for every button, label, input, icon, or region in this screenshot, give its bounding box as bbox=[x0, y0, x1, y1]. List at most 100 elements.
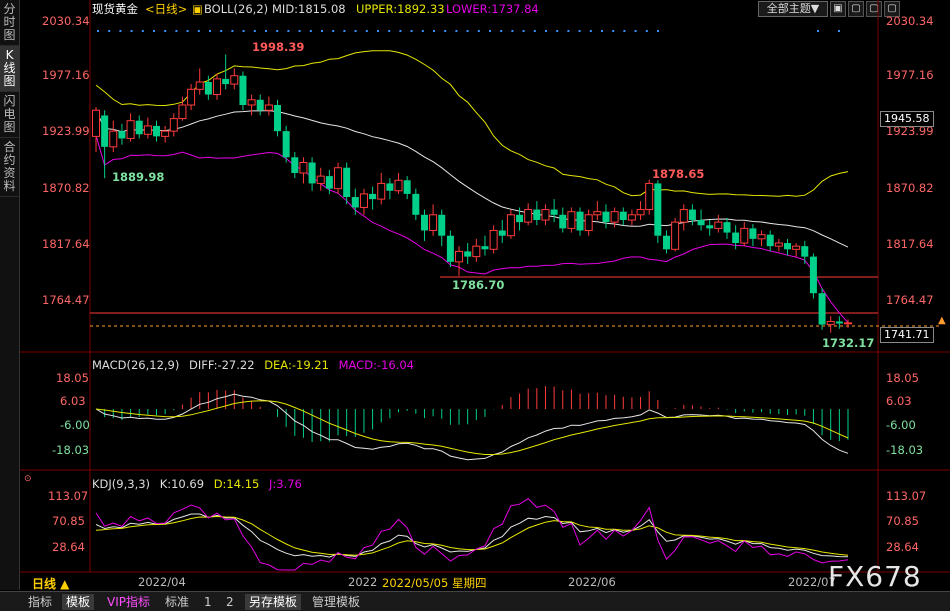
tab-1[interactable]: 1 bbox=[200, 594, 216, 610]
bottom-tabbar: 指标 模板 VIP指标 标准 1 2 另存模板 管理模板 bbox=[0, 591, 950, 611]
period-selector[interactable]: 日线 ▲ bbox=[32, 575, 69, 592]
tab-vip-indicators[interactable]: VIP指标 bbox=[103, 594, 154, 610]
date-axis: 日线 ▲ 2022/04 2022 2022/05/05 星期四 2022/06… bbox=[20, 574, 950, 592]
candle-body-up bbox=[247, 99, 256, 106]
window-restore-icon[interactable]: ▢ bbox=[866, 1, 882, 17]
candle-body-up bbox=[740, 227, 749, 244]
theme-selector-button[interactable]: 全部主题▼ bbox=[758, 1, 828, 17]
event-dot bbox=[466, 30, 469, 32]
candle-body-down bbox=[239, 75, 247, 106]
candle-body-down bbox=[386, 183, 394, 191]
event-dot bbox=[589, 30, 592, 32]
event-dot bbox=[634, 30, 637, 32]
tab-save-template[interactable]: 另存模板 bbox=[245, 594, 302, 610]
event-dot bbox=[388, 30, 391, 32]
candle-body-down bbox=[222, 78, 230, 85]
candle-body-up bbox=[455, 250, 464, 263]
event-dot bbox=[444, 30, 447, 32]
price-chart[interactable] bbox=[0, 0, 950, 610]
candle-body-up bbox=[161, 130, 170, 137]
y-tick-2: 1977.16 bbox=[42, 68, 90, 82]
event-dot bbox=[309, 30, 312, 32]
kdj-params: KDJ(9,3,3) bbox=[92, 477, 151, 491]
event-dot bbox=[433, 30, 435, 32]
kdj-tick-3: 28.64 bbox=[52, 540, 85, 554]
date-label-3: 2022/06 bbox=[568, 575, 616, 589]
candle-body-down bbox=[101, 115, 109, 147]
macd-value: MACD:-16.04 bbox=[338, 358, 414, 372]
y-tick-5: 1817.64 bbox=[42, 237, 90, 251]
candle-body-down bbox=[420, 214, 428, 231]
tab-2[interactable]: 2 bbox=[222, 594, 238, 610]
kdj-title: KDJ(9,3,3) K:10.69 D:14.15 J:3.76 bbox=[92, 477, 308, 491]
tab-contract-info[interactable]: 合约资料 bbox=[0, 138, 19, 197]
candle-body-down bbox=[308, 162, 316, 184]
candle-body-up bbox=[109, 130, 118, 148]
macd-tick-2: 6.03 bbox=[60, 394, 86, 408]
candle-body-up bbox=[472, 245, 481, 258]
candle-body-up bbox=[610, 211, 619, 223]
candle-body-down bbox=[464, 251, 472, 257]
tab-timeshare[interactable]: 分时图 bbox=[0, 0, 19, 46]
candle-body-down bbox=[351, 197, 359, 208]
event-dot bbox=[545, 30, 547, 32]
candle-body-up bbox=[714, 221, 723, 229]
candle-body-down bbox=[282, 131, 290, 158]
candle-body-down bbox=[481, 246, 489, 250]
event-dot bbox=[399, 30, 402, 32]
candle-body-up bbox=[524, 209, 533, 223]
macd-tick-1: 18.05 bbox=[56, 371, 89, 385]
y-tick-right-2: 1977.16 bbox=[886, 68, 934, 82]
last-price-tag: 1741.71 bbox=[880, 327, 934, 343]
tab-templates[interactable]: 模板 bbox=[62, 594, 95, 610]
event-dot bbox=[601, 30, 603, 32]
kdj-settings-icon[interactable]: ⊙ bbox=[24, 474, 32, 484]
event-dot bbox=[209, 30, 211, 32]
candle-body-down bbox=[732, 232, 740, 244]
candle-body-down bbox=[291, 157, 299, 173]
tab-kline[interactable]: K线图 bbox=[0, 46, 19, 92]
tab-flash[interactable]: 闪电图 bbox=[0, 92, 19, 138]
boll-mid-line bbox=[95, 109, 849, 248]
boll-lower: LOWER:1737.84 bbox=[446, 2, 539, 16]
macd-tick-4: -18.03 bbox=[52, 443, 90, 457]
event-dot bbox=[332, 30, 335, 32]
candle-body-up bbox=[506, 214, 515, 237]
event-dot bbox=[108, 30, 111, 32]
candle-body-down bbox=[559, 214, 567, 229]
tab-standard[interactable]: 标准 bbox=[161, 594, 193, 610]
macd-tick-right-4: -18.03 bbox=[886, 443, 924, 457]
candle-body-down bbox=[412, 193, 420, 215]
tab-indicators[interactable]: 指标 bbox=[24, 594, 56, 610]
macd-dea: DEA:-19.21 bbox=[264, 358, 329, 372]
boll-label: BOLL(26,2) bbox=[204, 2, 269, 16]
y-tick-right-5: 1817.64 bbox=[886, 237, 934, 251]
kdj-d-line bbox=[95, 515, 849, 556]
low-annotation-3: 1732.17 bbox=[822, 336, 875, 350]
macd-tick-right-1: 18.05 bbox=[886, 371, 919, 385]
kdj-tick-1: 113.07 bbox=[48, 489, 89, 503]
price-marker-icon: ▲ bbox=[938, 315, 946, 326]
event-dot bbox=[556, 30, 559, 32]
y-tick-right-6: 1764.47 bbox=[886, 293, 934, 307]
candle-body-up bbox=[774, 242, 783, 247]
candle-body-down bbox=[516, 214, 524, 223]
candle-body-up bbox=[92, 109, 100, 137]
tab-manage-template[interactable]: 管理模板 bbox=[308, 594, 364, 610]
window-layout-icon[interactable]: ▣ bbox=[830, 1, 846, 17]
status-square-icon: ▣ bbox=[192, 2, 203, 16]
window-minimize-icon[interactable]: ▢ bbox=[848, 1, 864, 17]
event-dot bbox=[298, 30, 301, 32]
event-dot bbox=[645, 30, 648, 32]
kdj-k: K:10.69 bbox=[159, 477, 205, 491]
candle-body-down bbox=[697, 220, 705, 226]
event-dot bbox=[421, 30, 424, 32]
event-dot bbox=[657, 30, 659, 32]
candle-body-down bbox=[446, 235, 454, 262]
event-dot bbox=[220, 30, 223, 32]
date-label-2: 2022 bbox=[348, 575, 378, 589]
macd-params: MACD(26,12,9) bbox=[92, 358, 180, 372]
boll-upper-line bbox=[95, 50, 849, 197]
candle-body-up bbox=[264, 104, 273, 111]
event-dot bbox=[612, 30, 615, 32]
